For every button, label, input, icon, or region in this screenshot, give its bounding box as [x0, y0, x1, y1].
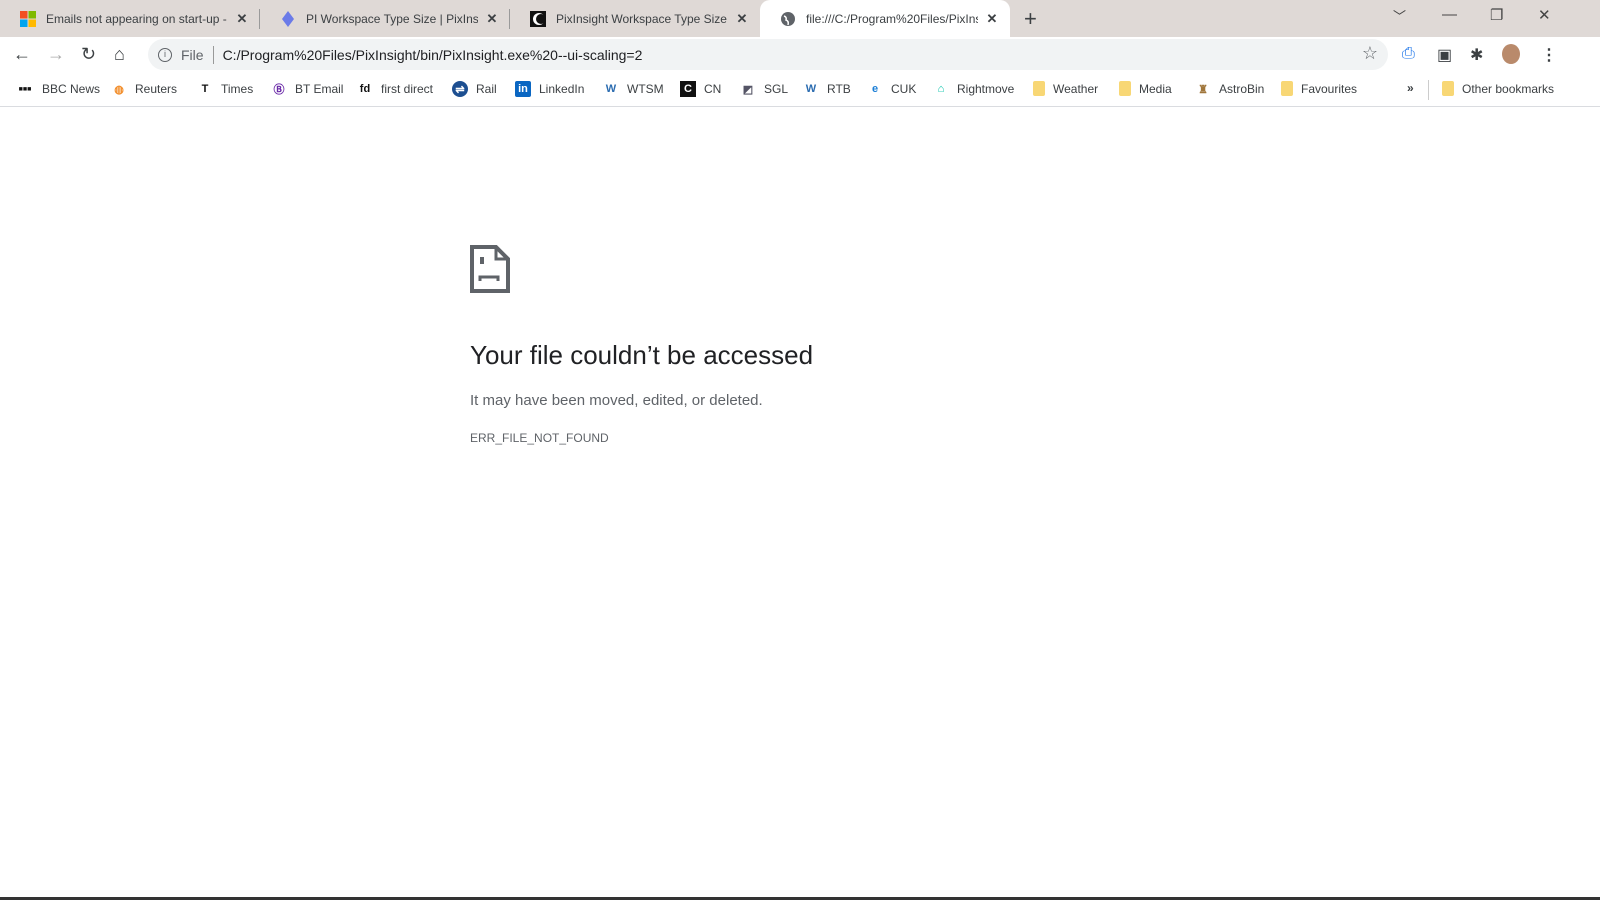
menu-kebab-icon[interactable]: ⋮ [1541, 45, 1557, 65]
bookmark-label: Reuters [135, 82, 178, 96]
sgl-icon: ◩ [742, 83, 754, 96]
close-tab-icon[interactable]: ✕ [484, 11, 500, 27]
globe-icon [781, 11, 795, 26]
close-tab-icon[interactable]: ✕ [984, 11, 1000, 27]
pixinsight-forum-icon [282, 10, 294, 27]
bbc-icon: ■■■ [18, 85, 32, 93]
bookmark-label: Weather [1053, 81, 1099, 96]
bookmark-rtb[interactable]: W RTB [803, 81, 851, 97]
rail-icon: ⇌ [452, 81, 468, 97]
close-window-button[interactable]: ✕ [1538, 6, 1551, 24]
bookmark-label: CUK [891, 82, 917, 96]
scheme-chip: File [181, 46, 204, 63]
folder-icon [1119, 81, 1131, 96]
address-bar[interactable]: i File C:/Program%20Files/PixInsight/bin… [148, 39, 1388, 70]
close-tab-icon[interactable]: ✕ [234, 11, 250, 27]
bookmark-label: Rightmove [957, 82, 1015, 96]
astrobin-icon: ♜ [1198, 83, 1208, 96]
rightmove-icon: ⌂ [937, 83, 945, 95]
more-bookmarks-chevron-icon[interactable]: » [1407, 81, 1414, 95]
tab-search-icon[interactable]: ﹀ [1393, 6, 1406, 25]
other-bookmarks-folder[interactable]: Other bookmarks [1442, 81, 1554, 96]
tab-emails[interactable]: Emails not appearing on start-up - M ✕ [0, 0, 260, 37]
bookmark-linkedin[interactable]: in LinkedIn [515, 81, 584, 97]
bookmark-weather[interactable]: Weather [1033, 81, 1098, 96]
close-tab-icon[interactable]: ✕ [734, 11, 750, 27]
bookmark-label: LinkedIn [539, 82, 585, 96]
bookmark-star-icon[interactable]: ☆ [1362, 43, 1378, 64]
home-button[interactable]: ⌂ [114, 44, 125, 65]
cloudynights-icon: C [680, 81, 696, 97]
bookmark-reuters[interactable]: ◍ Reuters [111, 81, 177, 97]
bookmark-label: RTB [827, 82, 851, 96]
bookmark-label: BBC News [42, 82, 101, 96]
bookmark-label: BT Email [295, 82, 344, 96]
microsoft-icon [20, 10, 36, 27]
bookmark-rail[interactable]: ⇌ Rail [452, 81, 497, 97]
bookmark-favourites[interactable]: Favourites [1281, 81, 1357, 96]
folder-icon [1442, 81, 1454, 96]
tab-pi-workspace[interactable]: PI Workspace Type Size | PixInsight F ✕ [260, 0, 510, 37]
bookmarks-bar: » Other bookmarks ■■■ BBC News ◍ Reuters T Ti… [0, 72, 1600, 107]
tab-cloudynights[interactable]: PixInsight Workspace Type Size - Ex ✕ [510, 0, 760, 37]
bookmark-wtsm[interactable]: W WTSM [603, 81, 664, 97]
reuters-icon: ◍ [114, 83, 124, 96]
bookmark-bt-email[interactable]: Ⓑ BT Email [271, 81, 344, 97]
bookmark-label: CN [704, 82, 722, 96]
bookmark-label: WTSM [627, 82, 664, 96]
url-text[interactable]: C:/Program%20Files/PixInsight/bin/PixIns… [223, 47, 643, 63]
linkedin-icon: in [515, 81, 531, 97]
toolbar: ← → ↻ ⌂ i File C:/Program%20Files/PixIns… [0, 37, 1600, 72]
tab-title: Emails not appearing on start-up - M [46, 11, 228, 26]
wordpress-icon: W [605, 83, 617, 95]
bookmark-label: AstroBin [1219, 82, 1265, 96]
restore-button[interactable]: ❐ [1490, 6, 1503, 24]
bookmark-astrobin[interactable]: ♜ AstroBin [1195, 81, 1264, 97]
bookmark-bbc-news[interactable]: ■■■ BBC News [16, 81, 100, 97]
new-tab-button[interactable]: + [1024, 6, 1037, 32]
bookmark-first-direct[interactable]: fd first direct [357, 81, 433, 97]
bookmark-label: first direct [381, 82, 434, 96]
bookmark-media[interactable]: Media [1119, 81, 1172, 96]
cast-extension-icon[interactable]: ▣ [1437, 45, 1452, 65]
tab-title: PixInsight Workspace Type Size - Ex [556, 11, 728, 26]
bookmark-sgl[interactable]: ◩ SGL [740, 81, 788, 97]
wordpress-icon: W [805, 83, 817, 95]
bookmark-label: Times [221, 82, 254, 96]
tab-strip: Emails not appearing on start-up - M ✕ P… [0, 0, 1600, 37]
info-icon[interactable]: i [158, 47, 172, 62]
bookmark-times[interactable]: T Times [197, 81, 254, 97]
tab-title: file:///C:/Program%20Files/PixInsight [806, 11, 978, 26]
reload-button[interactable]: ↻ [81, 44, 96, 65]
back-button[interactable]: ← [13, 44, 31, 65]
error-title: Your file couldn’t be accessed [470, 340, 814, 370]
bookmark-cn[interactable]: C CN [680, 81, 721, 97]
cloudynights-icon [530, 10, 546, 27]
forward-button[interactable]: → [47, 44, 65, 65]
bookmark-label: Rail [476, 82, 497, 96]
sad-file-icon [470, 245, 510, 293]
bookmark-rightmove[interactable]: ⌂ Rightmove [933, 81, 1015, 97]
times-icon: T [201, 83, 209, 95]
folder-icon [1281, 81, 1293, 96]
bookmark-label: SGL [764, 82, 789, 96]
bookmark-label: Favourites [1301, 81, 1358, 96]
error-icon-wrap [470, 245, 510, 298]
bookmark-cuk[interactable]: e CUK [867, 81, 916, 97]
error-message: It may have been moved, edited, or delet… [470, 392, 763, 409]
print-extension-icon[interactable]: ⎙ [1402, 45, 1415, 63]
tab-title: PI Workspace Type Size | PixInsight F [306, 11, 478, 26]
bookmark-label: Other bookmarks [1462, 81, 1555, 96]
profile-avatar[interactable] [1502, 44, 1520, 64]
tab-file-active[interactable]: file:///C:/Program%20Files/PixInsight ✕ [760, 0, 1010, 37]
bt-icon: Ⓑ [273, 84, 285, 96]
edge-icon: e [871, 83, 879, 95]
error-code[interactable]: ERR_FILE_NOT_FOUND [470, 431, 609, 445]
bookmark-label: Media [1139, 81, 1172, 96]
folder-icon [1033, 81, 1045, 96]
extensions-puzzle-icon[interactable]: ✱ [1470, 45, 1483, 65]
minimize-button[interactable]: — [1442, 6, 1457, 23]
fd-icon: fd [359, 83, 371, 95]
